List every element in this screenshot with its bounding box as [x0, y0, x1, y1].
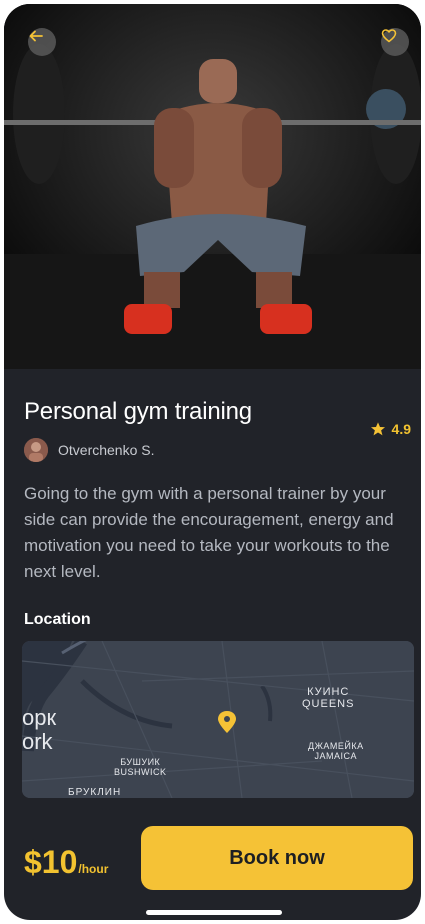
description: Going to the gym with a personal trainer…: [24, 484, 394, 581]
price: $10 /hour: [24, 844, 108, 881]
gym-photo: [4, 4, 421, 369]
listing-title: Personal gym training: [24, 398, 252, 425]
favorite-button[interactable]: [381, 28, 409, 56]
location-map[interactable]: КУИНС QUEENS ДЖАМЕЙКА JAMAICA БУШУИК BUS…: [22, 641, 414, 798]
trainer-name: Otverchenko S.: [58, 442, 155, 458]
map-label-jamaica: ДЖАМЕЙКА JAMAICA: [308, 741, 364, 761]
price-unit: /hour: [78, 862, 109, 876]
avatar: [24, 438, 48, 462]
location-heading: Location: [24, 611, 91, 628]
home-indicator: [146, 910, 282, 915]
price-amount: $10: [24, 844, 78, 880]
rating-value: 4.9: [391, 421, 411, 437]
map-label-brooklyn: БРУКЛИН: [68, 787, 122, 798]
star-icon: [370, 422, 385, 436]
heart-icon: [381, 29, 397, 43]
phone-screen: Personal gym training 4.9 Otverchenko S.…: [4, 4, 421, 920]
map-label-bushwick: БУШУИК BUSHWICK: [114, 757, 167, 777]
map-label-queens: КУИНС QUEENS: [302, 686, 355, 710]
trainer[interactable]: Otverchenko S.: [24, 438, 155, 462]
back-button[interactable]: [28, 28, 56, 56]
book-now-button[interactable]: Book now: [141, 826, 413, 890]
arrow-left-icon: [29, 30, 43, 42]
hero-image: [4, 4, 421, 369]
map-label-york: орк ork: [22, 705, 57, 754]
rating: 4.9: [370, 421, 411, 437]
map-roads: [22, 641, 414, 798]
